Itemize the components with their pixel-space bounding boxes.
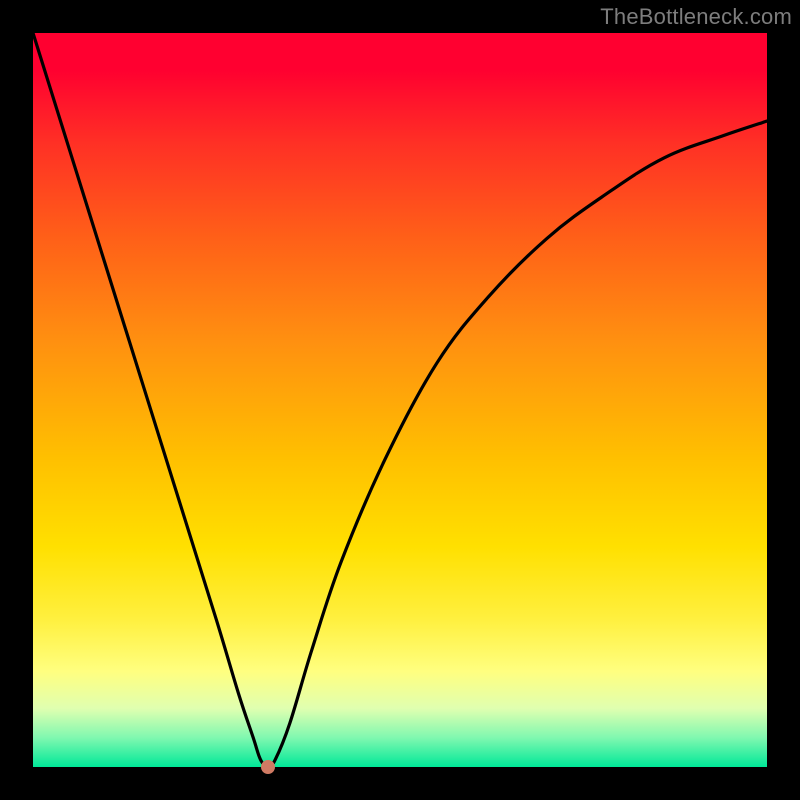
curve-path [33, 33, 767, 767]
optimum-marker-icon [261, 760, 275, 774]
watermark-text: TheBottleneck.com [600, 4, 792, 30]
chart-stage: TheBottleneck.com [0, 0, 800, 800]
plot-area [33, 33, 767, 767]
bottleneck-curve [33, 33, 767, 767]
